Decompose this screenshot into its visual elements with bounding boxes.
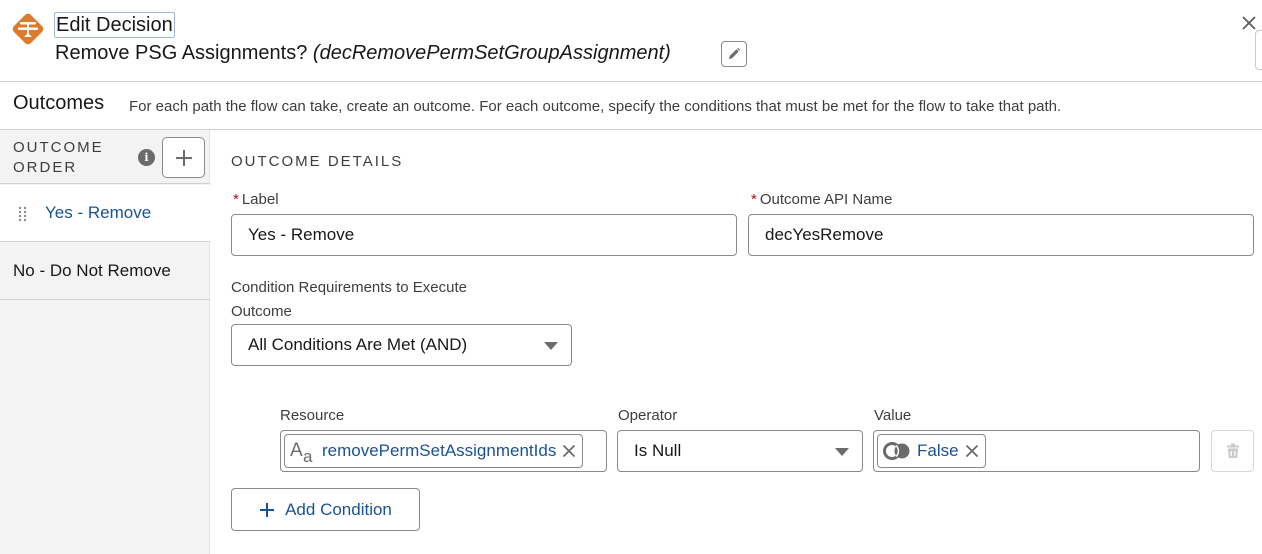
resource-label: Resource	[280, 407, 345, 424]
condition-requirements-select[interactable]: All Conditions Are Met (AND)	[231, 324, 572, 366]
edit-name-button[interactable]	[721, 41, 747, 67]
outcome-item-label: Yes - Remove	[45, 203, 152, 222]
api-name-input[interactable]: decYesRemove	[748, 214, 1254, 256]
close-icon	[563, 444, 576, 458]
element-label: Remove PSG Assignments?	[55, 42, 308, 64]
outcome-details-heading: OUTCOME DETAILS	[231, 153, 404, 170]
required-indicator: *	[233, 191, 239, 208]
label-text: Label	[241, 191, 279, 208]
plus-icon	[175, 149, 192, 166]
decision-icon	[12, 13, 44, 45]
operator-select[interactable]: Is Null	[617, 430, 863, 472]
outcomes-description: For each path the flow can take, create …	[129, 98, 1062, 115]
remove-resource-button[interactable]	[562, 444, 576, 458]
boolean-icon	[883, 442, 910, 460]
sidebar-header: OUTCOME ORDER i	[0, 130, 210, 184]
close-icon	[1242, 16, 1256, 30]
outcome-item-yes-remove[interactable]: Yes - Remove	[0, 185, 210, 242]
resource-pill[interactable]: A a removePermSetAssignmentIds	[284, 434, 584, 468]
value-combobox[interactable]: False	[873, 430, 1200, 472]
outcome-order-sidebar: OUTCOME ORDER i Yes - Remove No - Do Not…	[0, 130, 210, 554]
condition-requirements-label: Condition Requirements to Execute Outcom…	[231, 279, 467, 320]
trash-icon	[1226, 443, 1239, 458]
outcome-order-heading: OUTCOME ORDER	[13, 139, 104, 176]
chevron-down-icon	[544, 342, 558, 350]
delete-condition-button[interactable]	[1211, 430, 1254, 472]
outcome-item-no-do-not-remove[interactable]: No - Do Not Remove	[0, 243, 210, 300]
operator-label: Operator	[618, 407, 678, 424]
outcome-details: OUTCOME DETAILS * Label Yes - Remove * Out…	[211, 130, 1262, 554]
value-label: Value	[874, 407, 912, 424]
close-icon	[965, 444, 978, 458]
api-name-text: Outcome API Name	[759, 191, 893, 208]
svg-text:a: a	[303, 447, 313, 464]
label-field-label: * Label	[233, 191, 279, 208]
value-value: False	[917, 441, 959, 460]
modal-title: Edit Decision	[54, 12, 175, 38]
remove-value-button[interactable]	[965, 444, 979, 458]
panel-edge	[1255, 30, 1262, 70]
add-condition-label: Add Condition	[285, 499, 392, 519]
value-pill[interactable]: False	[877, 434, 986, 468]
modal-header: Edit Decision Remove PSG Assignments? (d…	[0, 0, 1262, 82]
plus-icon	[260, 502, 275, 517]
resource-value: removePermSetAssignmentIds	[322, 441, 557, 460]
chevron-down-icon	[835, 448, 849, 456]
outcomes-bar: Outcomes For each path the flow can take…	[0, 83, 1262, 130]
element-api-name: (decRemovePermSetGroupAssignment)	[312, 42, 671, 64]
add-condition-button[interactable]: Add Condition	[231, 488, 420, 531]
required-indicator: *	[751, 191, 757, 208]
info-icon[interactable]: i	[138, 149, 155, 166]
api-name-field-label: * Outcome API Name	[751, 191, 892, 208]
label-input[interactable]: Yes - Remove	[231, 214, 737, 256]
text-variable-icon: A a	[290, 440, 313, 464]
outcomes-title: Outcomes	[13, 92, 105, 114]
element-name: Remove PSG Assignments? (decRemovePermSe…	[55, 40, 671, 66]
condition-requirements-value: All Conditions Are Met (AND)	[248, 335, 468, 354]
outcome-item-label: No - Do Not Remove	[13, 261, 171, 280]
resource-combobox[interactable]: A a removePermSetAssignmentIds	[280, 430, 607, 472]
drag-handle-icon[interactable]	[18, 206, 28, 222]
add-outcome-button[interactable]	[162, 137, 205, 178]
operator-value: Is Null	[634, 441, 682, 460]
pencil-icon	[729, 47, 741, 59]
svg-text:A: A	[290, 440, 303, 461]
